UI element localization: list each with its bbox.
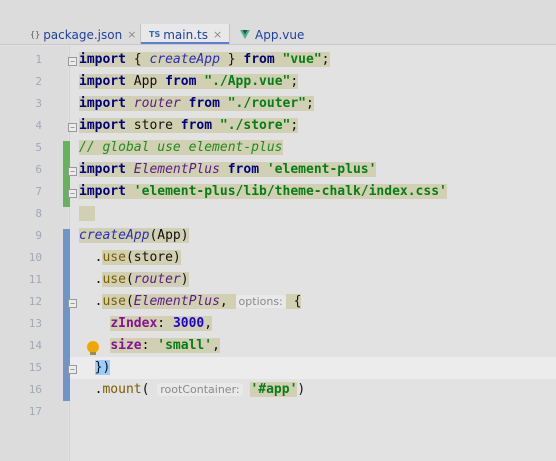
line-number: 10 <box>28 251 42 264</box>
line-number: 11 <box>28 273 42 286</box>
caret-line-highlight <box>70 357 556 379</box>
line-number: 7 <box>35 185 42 198</box>
code-line-1: import { createApp } from "vue"; <box>79 52 330 67</box>
editor-tab-bar: {} package.json × TS main.ts × App.vue <box>0 0 556 45</box>
tab-label: package.json <box>43 27 123 42</box>
line-number: 9 <box>35 229 42 242</box>
line-number: 6 <box>35 163 42 176</box>
line-number: 5 <box>35 141 42 154</box>
code-line-12: .use(ElementPlus, options: { <box>79 294 302 309</box>
code-line-16: .mount( rootContainer: '#app') <box>79 382 306 397</box>
code-line-2: import App from "./App.vue"; <box>79 74 299 89</box>
tab-main-ts[interactable]: TS main.ts × <box>141 24 229 45</box>
fold-icon[interactable]: − <box>68 57 77 66</box>
code-line-7: import 'element-plus/lib/theme-chalk/ind… <box>79 184 447 199</box>
code-line-14: size: 'small', <box>110 338 220 353</box>
line-number: 12 <box>28 295 42 308</box>
fold-icon[interactable]: − <box>68 189 77 198</box>
code-line-6: import ElementPlus from 'element-plus' <box>79 162 377 177</box>
code-line-10: .use(store) <box>79 250 181 265</box>
fold-icon[interactable]: − <box>68 365 77 374</box>
code-line-4: import store from "./store"; <box>79 118 299 133</box>
code-line-5: // global use element-plus <box>79 140 283 155</box>
line-number: 15 <box>28 361 42 374</box>
tab-separator <box>229 24 230 45</box>
line-number: 3 <box>35 97 42 110</box>
vcs-modified-marker[interactable] <box>63 229 70 401</box>
matched-paren: ) <box>102 360 111 375</box>
vue-icon <box>240 30 250 39</box>
line-number: 8 <box>35 207 42 220</box>
line-number: 17 <box>28 405 42 418</box>
fold-icon[interactable]: − <box>68 299 77 308</box>
tab-label: main.ts <box>163 27 208 42</box>
line-number: 2 <box>35 75 42 88</box>
line-number: 1 <box>35 53 42 66</box>
tab-app-vue[interactable]: App.vue <box>240 24 304 45</box>
line-number: 14 <box>28 339 42 352</box>
code-line-9: createApp(App) <box>79 228 189 243</box>
line-number: 13 <box>28 317 42 330</box>
code-line-3: import router from "./router"; <box>79 96 314 111</box>
close-icon[interactable]: × <box>127 28 136 41</box>
line-number: 16 <box>28 383 42 396</box>
tab-bar-divider <box>0 44 556 45</box>
close-icon[interactable]: × <box>213 28 222 41</box>
tab-label: App.vue <box>255 27 305 42</box>
code-line-8 <box>79 203 95 225</box>
tab-package-json[interactable]: {} package.json × <box>30 24 136 45</box>
fold-icon[interactable]: − <box>68 123 77 132</box>
code-line-15: }) <box>79 357 111 379</box>
code-line-11: .use(router) <box>79 272 189 287</box>
fold-icon[interactable]: − <box>68 167 77 176</box>
json-file-icon: {} <box>30 30 41 39</box>
typescript-file-icon: TS <box>149 30 161 39</box>
line-number: 4 <box>35 119 42 132</box>
code-line-13: zIndex: 3000, <box>110 316 213 331</box>
parameter-hint: options: <box>235 295 286 308</box>
parameter-hint: rootContainer: <box>157 383 243 396</box>
